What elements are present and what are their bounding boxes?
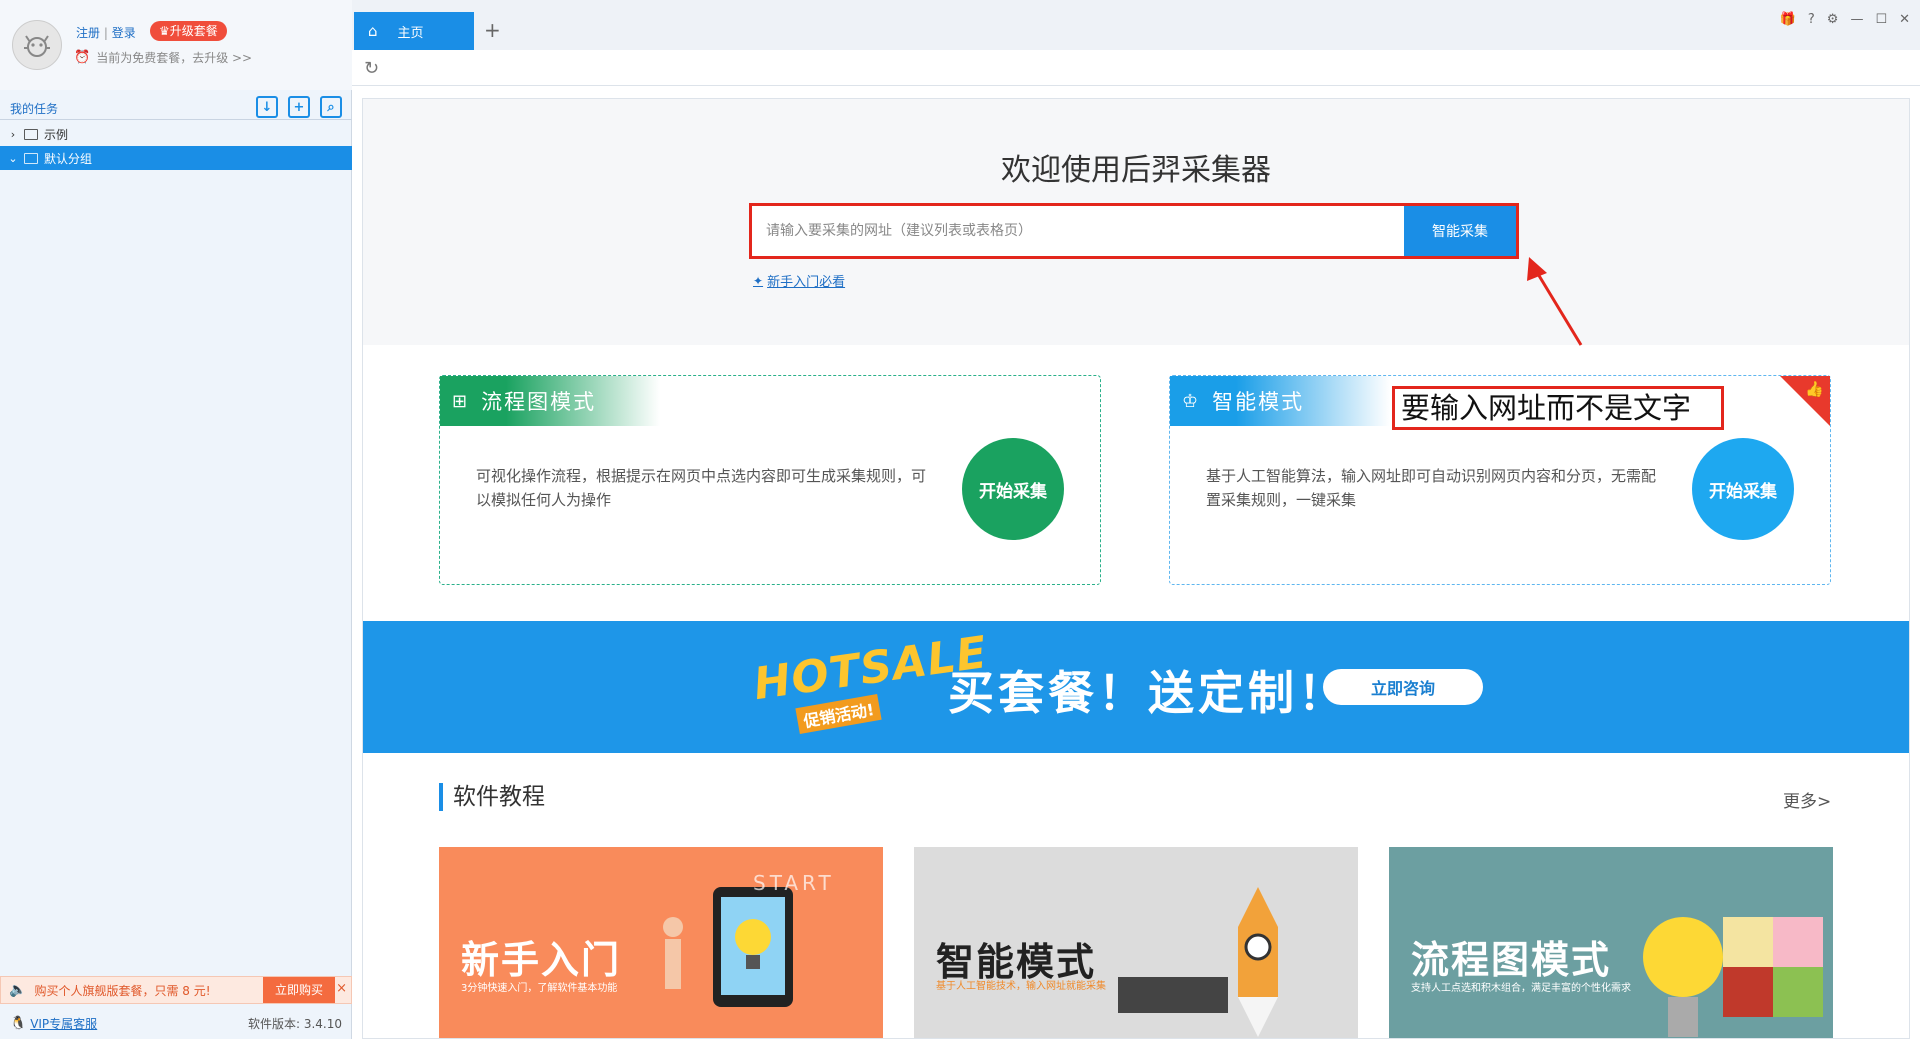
- smart-mode-desc: 基于人工智能算法，输入网址即可自动识别网页内容和分页，无需配置采集规则，一键采集: [1206, 467, 1657, 509]
- task-tree: › 示例 ⌄ 默认分组: [0, 122, 352, 170]
- welcome-title: 欢迎使用后羿采集器: [1001, 153, 1271, 188]
- bulb-icon: ✦: [753, 273, 764, 288]
- tutorial-card-smart[interactable]: 智能模式 基于人工智能技术，输入网址就能采集: [914, 847, 1358, 1038]
- thumbs-up-icon: 👍: [1805, 380, 1824, 398]
- register-link[interactable]: 注册: [76, 26, 100, 40]
- crab-logo-icon: [24, 35, 50, 57]
- vip-support[interactable]: 🐧 VIP专属客服: [10, 1015, 97, 1032]
- home-icon: ⌂: [368, 22, 378, 40]
- smart-mode-title: 智能模式: [1212, 390, 1305, 414]
- search-box: 智能采集: [749, 203, 1519, 259]
- status-bar: 🐧 VIP专属客服 软件版本: 3.4.10: [0, 1008, 352, 1038]
- flowchart-icon: ⊞: [452, 390, 470, 412]
- window-controls: 🎁 ? ⚙ — ☐ ✕: [1780, 12, 1910, 27]
- penguin-icon: 🐧: [10, 1015, 27, 1031]
- tab-bar: ⌂ 主页 + 🎁 ? ⚙ — ☐ ✕: [352, 0, 1920, 50]
- login-link[interactable]: 登录: [112, 26, 136, 40]
- search-task-icon[interactable]: ⌕: [320, 96, 342, 118]
- tutorial-card-beginner[interactable]: 新手入门 3分钟快速入门，了解软件基本功能 START: [439, 847, 883, 1038]
- consult-now-button[interactable]: 立即咨询: [1323, 669, 1483, 705]
- chevron-down-icon[interactable]: ⌄: [8, 152, 18, 165]
- crown-icon: ♛: [159, 24, 170, 38]
- plan-line[interactable]: ⏰ 当前为免费套餐，去升级 >>: [74, 49, 252, 66]
- tasks-title: 我的任务: [10, 102, 59, 116]
- start-art-text: START: [753, 871, 835, 895]
- buy-now-button[interactable]: 立即购买: [263, 977, 335, 1003]
- version-label: 软件版本: 3.4.10: [247, 1016, 342, 1031]
- flow-mode-title: 流程图模式: [481, 390, 597, 414]
- hero-section: 欢迎使用后羿采集器 智能采集 ✦ 新手入门必看: [363, 99, 1909, 346]
- folder-label: 示例: [44, 127, 69, 142]
- tasks-toolbar: ↓ + ⌕: [256, 96, 342, 118]
- close-window-icon[interactable]: ✕: [1899, 12, 1910, 27]
- tasks-header: 我的任务 ↓ + ⌕: [0, 96, 352, 120]
- tutorial-card-flowchart[interactable]: 流程图模式 支持人工点选和积木组合，满足丰富的个性化需求: [1389, 847, 1833, 1038]
- bulb-puzzle-illustration: [1613, 867, 1833, 1038]
- smart-mode-card: ♔ 智能模式 要输入网址而不是文字 👍 基于人工智能算法，输入网址即可自动识别网…: [1169, 375, 1831, 585]
- folder-label: 默认分组: [44, 151, 93, 166]
- keyboard-rocket-illustration: [1108, 867, 1328, 1038]
- url-input[interactable]: [752, 206, 1404, 256]
- tree-folder-default[interactable]: ⌄ 默认分组: [0, 146, 352, 170]
- tree-folder-example[interactable]: › 示例: [0, 122, 352, 146]
- main-content: 欢迎使用后羿采集器 智能采集 ✦ 新手入门必看 ⊞ 流程图模式 可视化操作流程，…: [362, 98, 1910, 1039]
- promo-banner[interactable]: HOTSALE 促销活动! 买套餐！送定制！ 立即咨询: [363, 621, 1909, 753]
- robot-icon: ♔: [1182, 390, 1201, 412]
- import-task-icon[interactable]: ↓: [256, 96, 278, 118]
- folder-icon: [24, 152, 38, 164]
- beginner-guide-link[interactable]: 新手入门必看: [767, 271, 845, 290]
- chevron-right-icon[interactable]: ›: [8, 128, 18, 141]
- tutorial-card-sub: 基于人工智能技术，输入网址就能采集: [936, 981, 1106, 992]
- plan-text: 当前为免费套餐，去升级 >>: [96, 51, 253, 65]
- tutorial-card-sub: 3分钟快速入门，了解软件基本功能: [461, 983, 618, 994]
- tutorial-card-title: 新手入门: [461, 938, 622, 982]
- add-task-icon[interactable]: +: [288, 96, 310, 118]
- refresh-icon[interactable]: ↻: [364, 58, 379, 79]
- upgrade-button[interactable]: ♛升级套餐: [150, 21, 227, 41]
- auth-separator: |: [103, 26, 108, 40]
- tutorial-card-sub: 支持人工点选和积木组合，满足丰富的个性化需求: [1411, 983, 1631, 994]
- tab-home[interactable]: ⌂ 主页: [354, 12, 474, 50]
- promo-text: 购买个人旗舰版套餐，只需 8 元!: [34, 983, 211, 998]
- user-box: 注册 | 登录 ♛升级套餐 ⏰ 当前为免费套餐，去升级 >>: [0, 0, 352, 90]
- flow-mode-card: ⊞ 流程图模式 可视化操作流程，根据提示在网页中点选内容即可生成采集规则，可以模…: [439, 375, 1101, 585]
- speaker-icon: 🔈: [9, 982, 27, 998]
- gift-icon[interactable]: 🎁: [1780, 12, 1796, 27]
- add-tab-button[interactable]: +: [484, 18, 501, 42]
- sidebar: 注册 | 登录 ♛升级套餐 ⏰ 当前为免费套餐，去升级 >> 我的任务 ↓ + …: [0, 0, 352, 1039]
- annotation-callout: 要输入网址而不是文字: [1392, 386, 1724, 430]
- tutorials-title: 软件教程: [439, 783, 545, 811]
- minimize-icon[interactable]: —: [1850, 12, 1863, 27]
- flow-mode-desc: 可视化操作流程，根据提示在网页中点选内容即可生成采集规则，可以模拟任何人为操作: [476, 467, 927, 509]
- help-icon[interactable]: ?: [1808, 12, 1815, 27]
- annotation-arrow-icon: [1527, 257, 1583, 346]
- address-bar: ↻: [352, 50, 1920, 86]
- tutorial-card-title: 流程图模式: [1411, 938, 1612, 982]
- maximize-icon[interactable]: ☐: [1875, 12, 1887, 27]
- flow-mode-header: ⊞ 流程图模式: [440, 376, 660, 426]
- smart-mode-header: ♔ 智能模式: [1170, 376, 1390, 426]
- more-link[interactable]: 更多>: [1783, 787, 1831, 812]
- vip-support-link[interactable]: VIP专属客服: [30, 1015, 97, 1032]
- auth-links: 注册 | 登录: [76, 24, 136, 41]
- tablet-bulb-illustration: START: [653, 867, 853, 1038]
- banner-headline: 买套餐！送定制！: [948, 666, 1348, 720]
- folder-icon: [24, 128, 38, 140]
- flow-start-button[interactable]: 开始采集: [962, 438, 1064, 540]
- promo-bar: 🔈 购买个人旗舰版套餐，只需 8 元! 立即购买 ×: [0, 976, 352, 1004]
- smart-start-button[interactable]: 开始采集: [1692, 438, 1794, 540]
- beginner-guide[interactable]: ✦ 新手入门必看: [753, 271, 845, 291]
- tab-home-label: 主页: [397, 25, 424, 41]
- upgrade-label: 升级套餐: [169, 24, 218, 38]
- settings-icon[interactable]: ⚙: [1827, 12, 1839, 27]
- alarm-clock-icon: ⏰: [74, 50, 91, 65]
- close-icon[interactable]: ×: [336, 981, 347, 996]
- avatar[interactable]: [12, 20, 62, 70]
